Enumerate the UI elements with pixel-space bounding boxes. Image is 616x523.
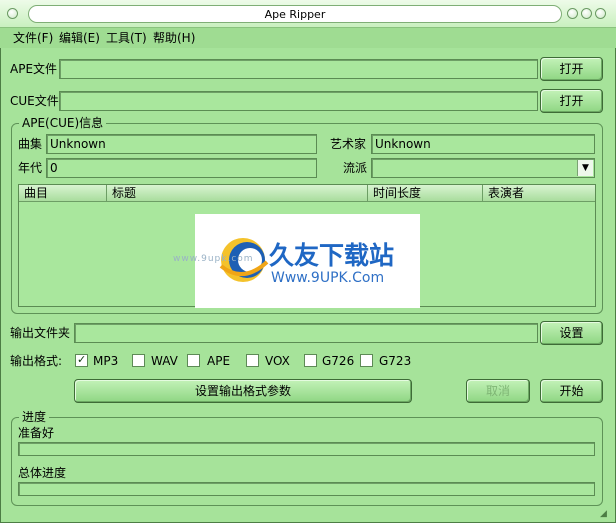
column-track[interactable]: 曲目	[19, 185, 107, 202]
format-checkbox-g726[interactable]	[304, 354, 317, 367]
genre-select[interactable]: ▼	[371, 158, 595, 178]
cue-file-input[interactable]	[59, 91, 538, 111]
ape-file-input[interactable]	[59, 59, 538, 79]
artist-label: 艺术家	[330, 137, 367, 151]
format-checkbox-g723[interactable]	[360, 354, 373, 367]
format-label-vox: VOX	[265, 354, 290, 368]
menu-bar: 文件(F) 编辑(E) 工具(T) 帮助(H)	[0, 28, 616, 48]
output-folder-input[interactable]	[74, 323, 538, 343]
format-label-ape: APE	[207, 354, 231, 368]
format-label-wav: WAV	[151, 354, 178, 368]
format-checkbox-mp3[interactable]	[75, 353, 88, 367]
close-icon[interactable]	[595, 8, 606, 19]
open-cue-button[interactable]: 打开	[540, 89, 603, 113]
overall-progress-bar	[18, 482, 595, 496]
output-settings-button[interactable]: 设置	[540, 321, 603, 345]
cancel-button[interactable]: 取消	[466, 379, 530, 403]
start-button[interactable]: 开始	[540, 379, 603, 403]
album-label: 曲集	[18, 137, 43, 151]
watermark: www.9upk.com 久友下载站 Www.9UPK.Com	[173, 214, 420, 308]
menu-edit[interactable]: 编辑(E)	[59, 30, 100, 46]
format-label-g723: G723	[379, 354, 412, 368]
menu-tools[interactable]: 工具(T)	[106, 30, 147, 46]
year-field[interactable]: 0	[46, 158, 317, 178]
progress-group-title: 进度	[19, 410, 50, 424]
track-list-header: 曲目 标题 时间长度 表演者	[19, 185, 595, 202]
column-duration[interactable]: 时间长度	[368, 185, 483, 202]
year-label: 年代	[18, 161, 43, 175]
output-folder-label: 输出文件夹	[10, 326, 71, 340]
genre-label: 流派	[343, 161, 368, 175]
menu-file[interactable]: 文件(F)	[13, 30, 53, 46]
format-label-g726: G726	[322, 354, 355, 368]
system-menu-icon[interactable]	[7, 8, 18, 19]
status-progress-bar	[18, 442, 595, 456]
status-text: 准备好	[18, 426, 55, 440]
column-performer[interactable]: 表演者	[483, 185, 595, 202]
maximize-icon[interactable]	[581, 8, 592, 19]
info-group-title: APE(CUE)信息	[19, 116, 107, 130]
resize-grip-icon[interactable]: ◢	[600, 508, 612, 520]
watermark-brand: 久友下载站	[269, 241, 395, 270]
watermark-small-url: www.9upk.com	[173, 254, 254, 264]
column-title[interactable]: 标题	[107, 185, 368, 202]
chevron-down-icon[interactable]: ▼	[577, 160, 593, 176]
title-bar[interactable]: Ape Ripper	[0, 0, 616, 28]
format-checkbox-vox[interactable]	[246, 354, 259, 367]
format-params-button[interactable]: 设置输出格式参数	[74, 379, 412, 403]
cue-file-label: CUE文件	[10, 94, 59, 108]
format-checkbox-wav[interactable]	[132, 354, 145, 367]
watermark-url: Www.9UPK.Com	[271, 270, 385, 286]
album-field[interactable]: Unknown	[46, 134, 317, 154]
artist-field[interactable]: Unknown	[371, 134, 595, 154]
format-checkbox-ape[interactable]	[187, 354, 200, 367]
menu-help[interactable]: 帮助(H)	[153, 30, 195, 46]
open-ape-button[interactable]: 打开	[540, 57, 603, 81]
overall-progress-label: 总体进度	[18, 466, 67, 480]
output-format-label: 输出格式:	[10, 354, 63, 368]
ape-file-label: APE文件	[10, 62, 58, 76]
minimize-icon[interactable]	[567, 8, 578, 19]
window-title: Ape Ripper	[28, 5, 562, 23]
format-label-mp3: MP3	[93, 354, 119, 368]
